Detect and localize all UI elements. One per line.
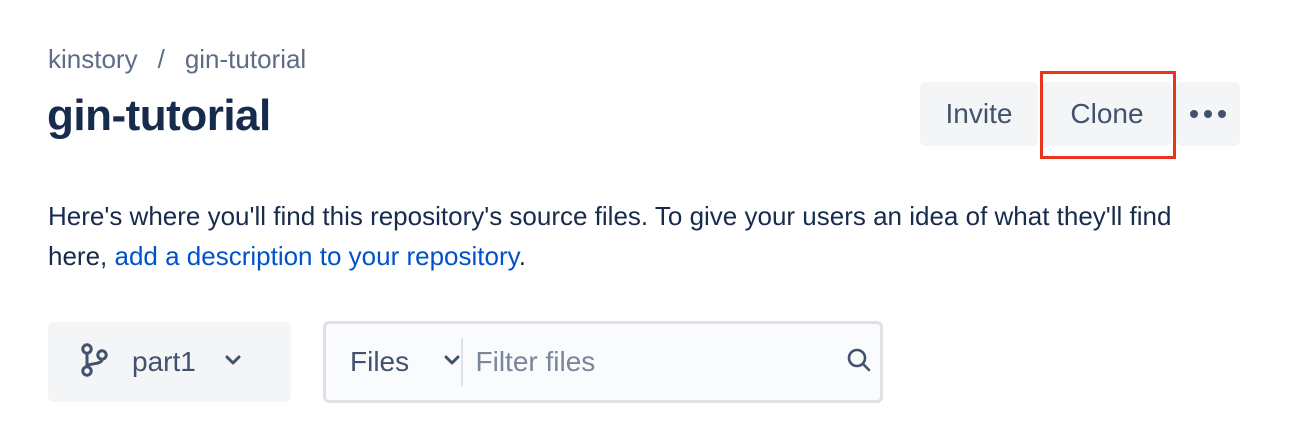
repository-page: kinstory / gin-tutorial gin-tutorial Inv… xyxy=(0,0,1292,442)
breadcrumb-workspace-link[interactable]: kinstory xyxy=(48,42,138,76)
page-title: gin-tutorial xyxy=(47,91,271,140)
files-mode-label: Files xyxy=(350,346,410,377)
search-icon xyxy=(846,347,872,378)
search-button[interactable] xyxy=(839,324,880,400)
clone-button[interactable]: Clone xyxy=(1042,82,1172,146)
invite-button[interactable]: Invite xyxy=(920,82,1038,146)
chevron-down-icon xyxy=(443,353,461,371)
breadcrumb-repository-link[interactable]: gin-tutorial xyxy=(185,42,306,76)
filter-files-input[interactable] xyxy=(462,323,839,401)
more-actions-button[interactable] xyxy=(1176,82,1240,146)
chevron-down-icon xyxy=(224,353,242,371)
add-description-link[interactable]: add a description to your repository xyxy=(115,241,519,271)
repository-description: Here's where you'll find this repository… xyxy=(48,196,1228,276)
file-filter-group: Files xyxy=(323,321,883,403)
header-actions: Invite Clone xyxy=(920,82,1240,146)
breadcrumb-separator: / xyxy=(157,44,165,74)
breadcrumb: kinstory / gin-tutorial xyxy=(48,42,306,76)
description-text-end: . xyxy=(518,241,526,271)
more-horizontal-icon xyxy=(1190,110,1226,118)
files-mode-select[interactable]: Files xyxy=(326,324,461,400)
branch-selector[interactable]: part1 xyxy=(48,322,291,402)
branch-icon xyxy=(80,342,108,382)
branch-label: part1 xyxy=(132,346,196,377)
